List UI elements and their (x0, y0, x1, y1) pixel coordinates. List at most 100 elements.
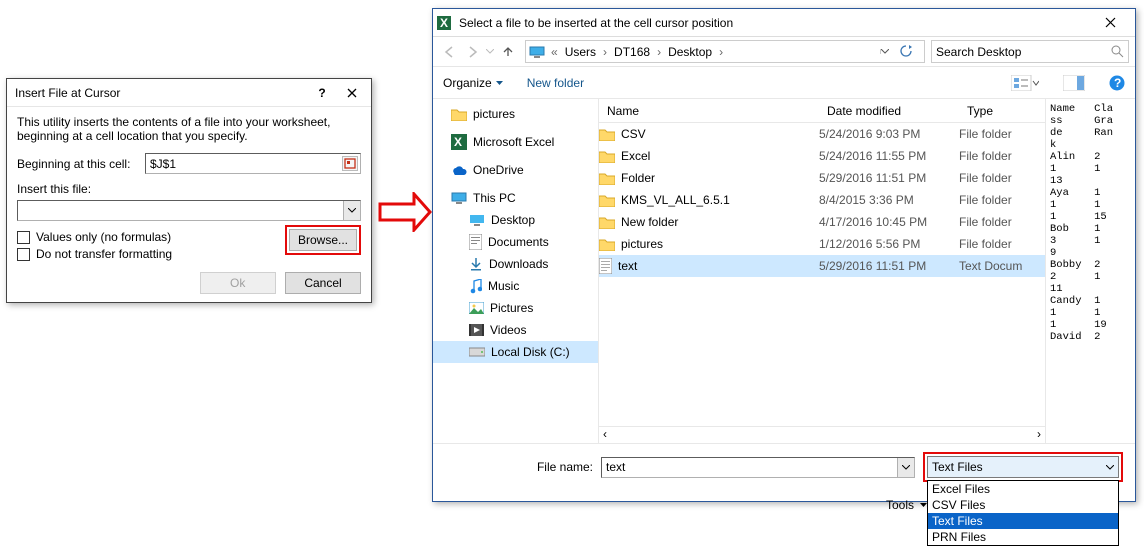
range-picker-icon[interactable] (342, 156, 358, 171)
file-picker-dialog: X Select a file to be inserted at the ce… (432, 8, 1136, 502)
tree-item[interactable]: Documents (433, 231, 598, 253)
new-folder-button[interactable]: New folder (527, 76, 584, 90)
dialog-title: Insert File at Cursor (11, 86, 307, 100)
file-row[interactable]: New folder 4/17/2016 10:45 PMFile folder (599, 211, 1045, 233)
h-scroll[interactable]: ‹› (599, 426, 1045, 443)
file-type: File folder (959, 127, 1039, 141)
insert-file-label: Insert this file: (17, 182, 361, 196)
history-dropdown-icon[interactable] (880, 49, 900, 54)
recent-dropdown[interactable] (483, 41, 497, 63)
file-row[interactable]: text 5/29/2016 11:51 PMText Docum (599, 255, 1045, 277)
crumb-seg[interactable]: Users (561, 45, 600, 59)
up-button[interactable] (497, 41, 519, 63)
cancel-button[interactable]: Cancel (285, 272, 361, 294)
file-type: Text Docum (959, 259, 1039, 273)
close-button[interactable] (1089, 12, 1131, 34)
toolbar: Organize New folder ? (433, 67, 1135, 99)
folder-icon (451, 108, 467, 121)
no-format-checkbox[interactable]: Do not transfer formatting (17, 247, 285, 261)
preview-pane: Name Cla ss Gra de Ran k Alin 2 1 1 13 A… (1045, 99, 1135, 443)
file-date: 4/17/2016 10:45 PM (819, 215, 959, 229)
disk-icon (469, 346, 485, 358)
footer: File name: text Text Files Excel FilesCS… (433, 443, 1135, 498)
tree-item[interactable]: Videos (433, 319, 598, 341)
filetype-option[interactable]: Text Files (928, 513, 1118, 529)
file-date: 5/29/2016 11:51 PM (819, 259, 959, 273)
tree-item[interactable]: Downloads (433, 253, 598, 275)
insert-file-dialog: Insert File at Cursor ? This utility ins… (6, 78, 372, 303)
file-name: text (618, 259, 637, 273)
tree-item[interactable]: Local Disk (C:) (433, 341, 598, 363)
breadcrumb[interactable]: « Users› DT168› Desktop› (525, 40, 925, 63)
tree-item[interactable]: Pictures (433, 297, 598, 319)
vid-icon (469, 324, 484, 336)
tree-label: Pictures (490, 301, 533, 315)
refresh-button[interactable] (900, 45, 924, 58)
col-name[interactable]: Name (599, 99, 819, 122)
file-type: File folder (959, 193, 1039, 207)
column-headers[interactable]: Name Date modified Type (599, 99, 1045, 123)
search-input[interactable]: Search Desktop (931, 40, 1129, 63)
view-mode-button[interactable] (1011, 75, 1039, 91)
tree-item[interactable]: This PC (433, 187, 598, 209)
file-path-input[interactable] (17, 200, 361, 221)
folder-icon (599, 194, 615, 207)
tree-label: Music (488, 279, 519, 293)
file-row[interactable]: Folder5/29/2016 11:51 PMFile folder (599, 167, 1045, 189)
back-button[interactable] (439, 41, 461, 63)
file-name: KMS_VL_ALL_6.5.1 (621, 193, 730, 207)
filetype-option[interactable]: Excel Files (928, 481, 1118, 497)
organize-menu[interactable]: Organize (443, 76, 503, 90)
folder-tree[interactable]: pictures XMicrosoft Excel OneDrive This PC D… (433, 99, 599, 443)
tree-item[interactable]: XMicrosoft Excel (433, 131, 598, 153)
file-row[interactable]: pictures1/12/2016 5:56 PMFile folder (599, 233, 1045, 255)
text-icon (599, 258, 612, 274)
tree-label: This PC (473, 191, 516, 205)
tree-label: Local Disk (C:) (491, 345, 570, 359)
filename-label: File name: (445, 460, 593, 474)
folder-icon (599, 238, 615, 251)
tree-item[interactable]: Music (433, 275, 598, 297)
crumb-seg[interactable]: DT168 (610, 45, 654, 59)
dropdown-arrow-icon[interactable] (343, 201, 360, 220)
file-name: New folder (621, 215, 678, 229)
browse-button[interactable]: Browse... (289, 229, 357, 251)
folder-icon (599, 128, 615, 141)
dropdown-arrow-icon (1106, 465, 1114, 470)
tree-item[interactable]: Desktop (433, 209, 598, 231)
forward-button[interactable] (461, 41, 483, 63)
dropdown-arrow-icon[interactable] (897, 458, 914, 477)
preview-pane-button[interactable] (1063, 75, 1085, 91)
pc-icon (526, 46, 548, 58)
ok-button[interactable]: Ok (200, 272, 276, 294)
file-rows: CSV5/24/2016 9:03 PMFile folderExcel5/24… (599, 123, 1045, 277)
filetype-options[interactable]: Excel FilesCSV FilesText FilesPRN Files (927, 480, 1119, 546)
filetype-dropdown[interactable]: Text Files (927, 456, 1119, 478)
col-date[interactable]: Date modified (819, 99, 959, 122)
tree-item[interactable]: OneDrive (433, 159, 598, 181)
tree-label: Documents (488, 235, 549, 249)
file-date: 5/24/2016 11:55 PM (819, 149, 959, 163)
svg-text:X: X (440, 16, 448, 30)
tools-menu[interactable]: Tools (886, 498, 927, 512)
file-row[interactable]: Excel5/24/2016 11:55 PMFile folder (599, 145, 1045, 167)
file-type: File folder (959, 149, 1039, 163)
crumb-seg[interactable]: Desktop (664, 45, 716, 59)
close-button[interactable] (337, 82, 367, 104)
desktop-icon (469, 214, 485, 227)
filetype-option[interactable]: PRN Files (928, 529, 1118, 545)
tree-label: OneDrive (473, 163, 524, 177)
file-row[interactable]: KMS_VL_ALL_6.5.18/4/2015 3:36 PMFile fol… (599, 189, 1045, 211)
col-type[interactable]: Type (959, 99, 1039, 122)
values-only-checkbox[interactable]: Values only (no formulas) (17, 230, 285, 244)
filename-input[interactable]: text (601, 457, 915, 478)
file-type: File folder (959, 171, 1039, 185)
file-type: File folder (959, 215, 1039, 229)
begin-cell-input[interactable]: $J$1 (145, 153, 361, 174)
onedrive-icon (451, 165, 467, 176)
help-button[interactable]: ? (1109, 75, 1125, 91)
filename-value: text (606, 460, 625, 474)
help-button[interactable]: ? (307, 82, 337, 104)
tree-item[interactable]: pictures (433, 103, 598, 125)
file-row[interactable]: CSV5/24/2016 9:03 PMFile folder (599, 123, 1045, 145)
